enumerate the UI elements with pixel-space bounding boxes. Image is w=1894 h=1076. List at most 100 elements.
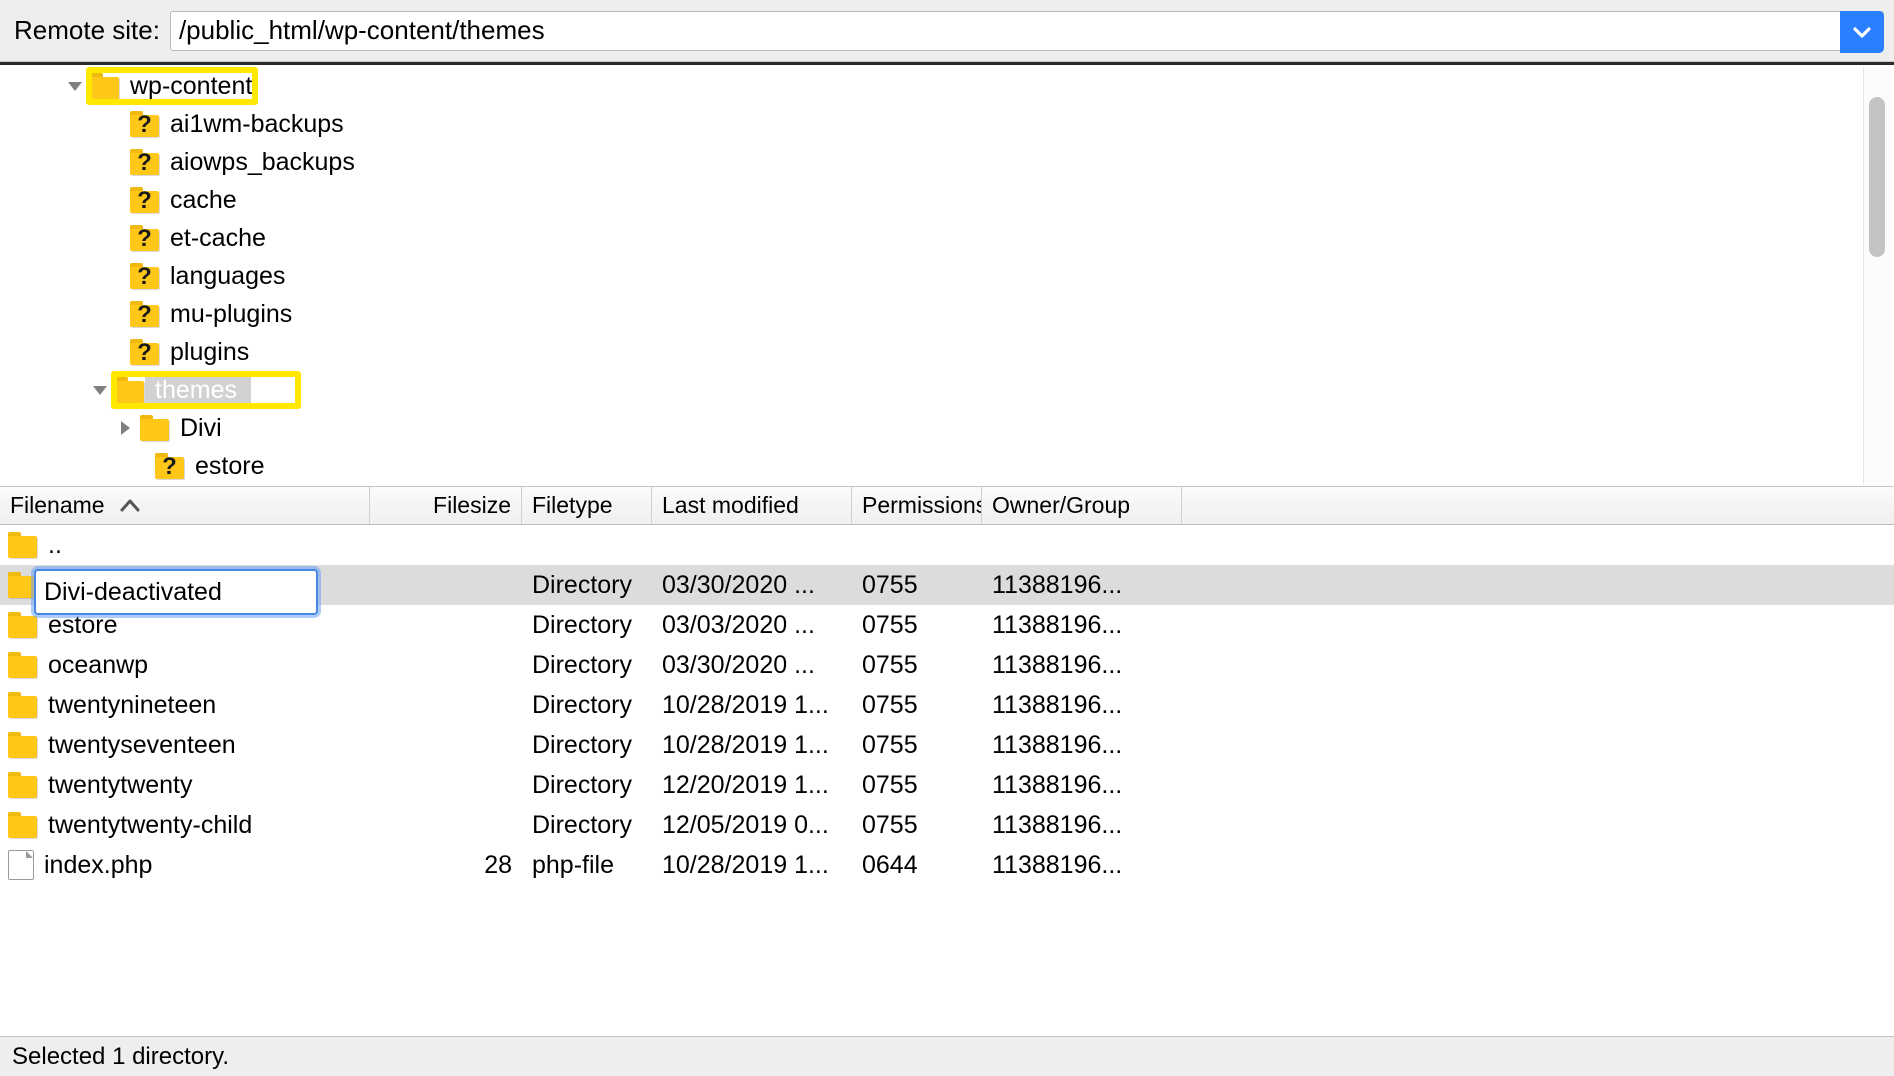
tree-item-label: plugins [160,338,255,367]
folder-unknown-icon: ? [130,111,160,137]
tree-item-cache[interactable]: ?cache [130,186,243,215]
tree-row[interactable]: ?ai1wm-backups [0,105,1854,143]
table-row[interactable]: twentynineteenDirectory10/28/2019 1...07… [0,685,1894,725]
tree-item-themes[interactable]: themes [115,376,321,405]
cell-lastmod: 10/28/2019 1... [652,691,852,720]
folder-unknown-icon: ? [130,263,160,289]
cell-lastmod: 12/05/2019 0... [652,811,852,840]
column-header-filetype[interactable]: Filetype [522,487,652,524]
cell-permissions: 0755 [852,811,982,840]
table-row[interactable]: oceanwpDirectory03/30/2020 ...0755113881… [0,645,1894,685]
folder-icon [8,652,38,678]
remote-path-dropdown-button[interactable] [1840,11,1884,53]
folder-unknown-icon: ? [130,301,160,327]
tree-item-divi[interactable]: Divi [140,414,228,443]
rename-input[interactable] [36,578,316,607]
tree-item-languages[interactable]: ?languages [130,262,291,291]
cell-owner: 11388196... [982,651,1182,680]
cell-filename[interactable]: twentytwenty [0,771,370,800]
remote-site-label: Remote site: [0,15,170,46]
triangle-down-icon[interactable] [60,76,90,96]
cell-lastmod: 12/20/2019 1... [652,771,852,800]
table-row[interactable]: twentyseventeenDirectory10/28/2019 1...0… [0,725,1894,765]
triangle-down-icon[interactable] [85,380,115,400]
column-header-filename[interactable]: Filename [0,487,370,524]
remote-path-input[interactable] [171,12,1883,50]
folder-unknown-icon: ? [130,187,160,213]
folder-unknown-icon: ? [130,225,160,251]
tree-row[interactable]: ?languages [0,257,1854,295]
cell-permissions: 0644 [852,851,982,880]
cell-lastmod: 10/28/2019 1... [652,731,852,760]
tree-item-label: themes [145,376,251,405]
caret-up-icon [119,492,141,519]
tree-vertical-scrollbar[interactable] [1863,67,1890,484]
file-icon [8,850,34,880]
cell-filetype: Directory [522,611,652,640]
tree-item-label: estore [185,452,270,481]
folder-icon [90,73,120,99]
tree-scrollbar-thumb[interactable] [1869,97,1885,257]
column-header-owner[interactable]: Owner/Group [982,487,1182,524]
tree-row[interactable]: ?aiowps_backups [0,143,1854,181]
cell-lastmod: 03/30/2020 ... [652,651,852,680]
tree-item-ai1wm-backups[interactable]: ?ai1wm-backups [130,110,350,139]
folder-unknown-icon: ? [130,149,160,175]
cell-filetype: php-file [522,851,652,880]
remote-path-field-wrapper[interactable] [170,11,1884,51]
remote-site-bar: Remote site: [0,0,1894,62]
tree-item-label: wp-content [120,72,258,101]
tree-item-mu-plugins[interactable]: ?mu-plugins [130,300,298,329]
filename-text: .. [48,531,62,560]
tree-item-label: ai1wm-backups [160,110,350,139]
chevron-down-icon [1850,20,1874,44]
cell-owner: 11388196... [982,611,1182,640]
status-text: Selected 1 directory. [0,1043,229,1071]
column-header-lastmod[interactable]: Last modified [652,487,852,524]
remote-directory-tree[interactable]: wp-content?ai1wm-backups?aiowps_backups?… [0,62,1894,486]
tree-item-wp-content[interactable]: wp-content [90,72,258,101]
cell-filename[interactable]: twentyseventeen [0,731,370,760]
table-row[interactable]: twentytwenty-childDirectory12/05/2019 0.… [0,805,1894,845]
inline-rename-editor[interactable] [34,569,318,615]
table-row[interactable]: index.php28php-file10/28/2019 1...064411… [0,845,1894,885]
cell-filesize: 28 [370,851,522,880]
column-header-permissions[interactable]: Permissions [852,487,982,524]
filename-text: oceanwp [48,651,148,680]
tree-row[interactable]: wp-content [0,67,1854,105]
cell-filename[interactable]: twentytwenty-child [0,811,370,840]
tree-item-aiowps-backups[interactable]: ?aiowps_backups [130,148,361,177]
column-header-filesize[interactable]: Filesize [370,487,522,524]
file-list-header: FilenameFilesizeFiletypeLast modified Per… [0,487,1894,525]
cell-filename[interactable]: oceanwp [0,651,370,680]
filename-text: index.php [44,851,152,880]
tree-row[interactable]: Divi [0,409,1854,447]
tree-row[interactable]: ?et-cache [0,219,1854,257]
tree-row[interactable]: ?plugins [0,333,1854,371]
cell-owner: 11388196... [982,811,1182,840]
tree-rows-container: wp-content?ai1wm-backups?aiowps_backups?… [0,65,1854,486]
tree-item-et-cache[interactable]: ?et-cache [130,224,272,253]
tree-row[interactable]: ?cache [0,181,1854,219]
triangle-right-icon[interactable] [110,418,140,438]
folder-icon [8,732,38,758]
tree-item-estore[interactable]: ?estore [155,452,270,481]
cell-filename[interactable]: index.php [0,850,370,880]
folder-icon [140,415,170,441]
folder-unknown-icon: ? [155,453,185,479]
cell-filename[interactable]: twentynineteen [0,691,370,720]
cell-lastmod: 10/28/2019 1... [652,851,852,880]
cell-filename[interactable]: .. [0,531,370,560]
table-row[interactable]: .. [0,525,1894,565]
tree-row[interactable]: ?mu-plugins [0,295,1854,333]
cell-owner: 11388196... [982,691,1182,720]
folder-icon [8,812,38,838]
tree-item-plugins[interactable]: ?plugins [130,338,255,367]
filename-text: twentytwenty-child [48,811,252,840]
tree-row[interactable]: ?estore [0,447,1854,485]
folder-icon [8,692,38,718]
cell-owner: 11388196... [982,771,1182,800]
tree-row[interactable]: themes [0,371,1854,409]
table-row[interactable]: twentytwentyDirectory12/20/2019 1...0755… [0,765,1894,805]
column-header-label: Permissions [862,492,982,519]
